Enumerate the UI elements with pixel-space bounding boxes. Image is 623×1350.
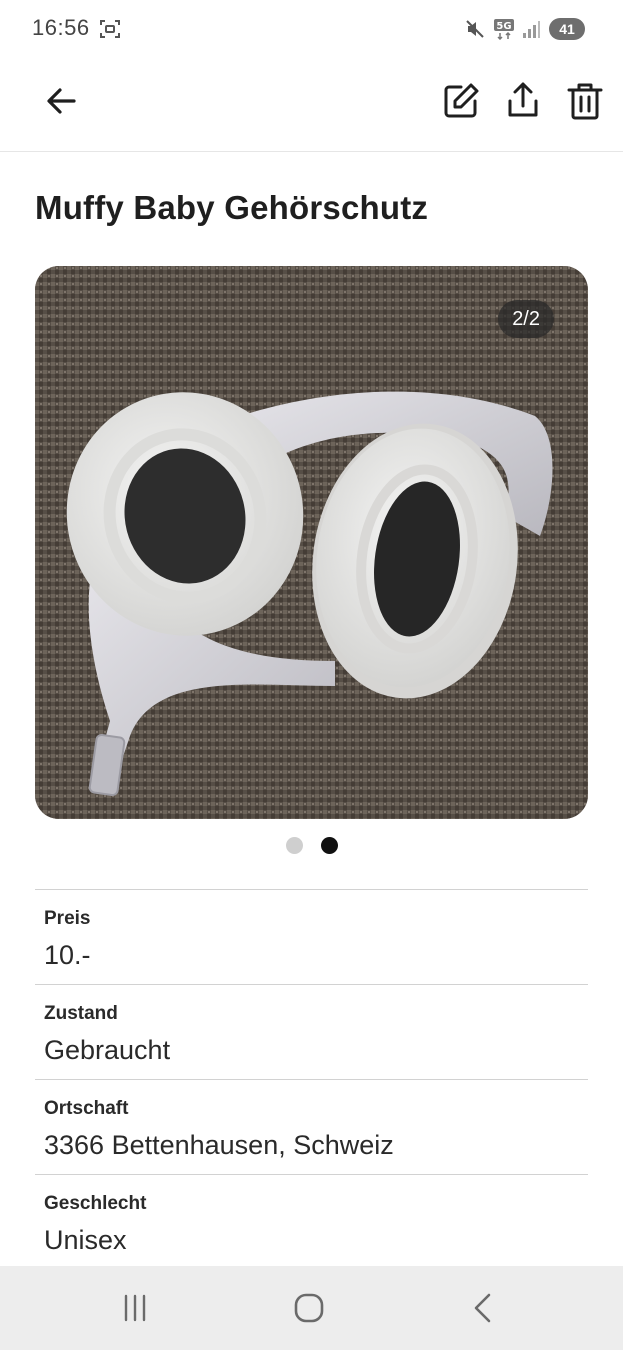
- network-label: 5G: [496, 21, 511, 32]
- listing-photo: [35, 266, 588, 819]
- detail-row-location: Ortschaft 3366 Bettenhausen, Schweiz: [35, 1079, 588, 1174]
- status-time: 16:56: [32, 15, 90, 40]
- status-icons: 5G 41: [465, 17, 585, 41]
- recents-button[interactable]: [113, 1286, 157, 1330]
- back-icon: [474, 1293, 491, 1323]
- screenshot-icon: [99, 18, 121, 40]
- battery-icon: 41: [549, 18, 585, 40]
- listing-details: Preis 10.- Zustand Gebraucht Ortschaft 3…: [35, 889, 588, 1269]
- share-icon: [508, 82, 538, 117]
- mute-icon: [465, 18, 485, 40]
- nav-back-button[interactable]: [462, 1286, 506, 1330]
- detail-value: 10.-: [44, 940, 91, 970]
- detail-row-condition: Zustand Gebraucht: [35, 984, 588, 1079]
- page-title: Muffy Baby Gehörschutz: [35, 189, 429, 226]
- home-icon: [294, 1293, 324, 1323]
- arrow-left-icon: [47, 88, 76, 114]
- share-button[interactable]: [499, 77, 547, 125]
- detail-row-price: Preis 10.-: [35, 889, 588, 984]
- detail-label: Ortschaft: [44, 1098, 129, 1119]
- home-button[interactable]: [287, 1286, 331, 1330]
- image-counter: 2/2: [498, 300, 554, 338]
- back-button[interactable]: [38, 77, 86, 125]
- edit-button[interactable]: [437, 77, 485, 125]
- detail-label: Geschlecht: [44, 1193, 147, 1214]
- carousel-dot[interactable]: [285, 837, 303, 854]
- image-carousel[interactable]: 2/2: [35, 266, 588, 819]
- carousel-dots: [0, 837, 623, 855]
- detail-value: 3366 Bettenhausen, Schweiz: [44, 1130, 394, 1160]
- detail-label: Zustand: [44, 1003, 118, 1024]
- app-bar: [0, 58, 623, 152]
- trash-icon: [567, 83, 603, 120]
- detail-row-gender: Geschlecht Unisex: [35, 1174, 588, 1269]
- detail-label: Preis: [44, 908, 91, 929]
- signal-icon: [521, 18, 541, 40]
- battery-level: 41: [559, 21, 575, 37]
- carousel-dot-active[interactable]: [320, 837, 338, 854]
- status-bar: 16:56 5G 41: [0, 0, 623, 58]
- delete-button[interactable]: [561, 77, 609, 125]
- detail-value: Unisex: [44, 1225, 127, 1255]
- system-nav-bar: [0, 1266, 623, 1350]
- 5g-icon: 5G: [493, 18, 514, 41]
- recents-icon: [124, 1294, 146, 1322]
- detail-value: Gebraucht: [44, 1035, 171, 1065]
- edit-icon: [444, 83, 479, 118]
